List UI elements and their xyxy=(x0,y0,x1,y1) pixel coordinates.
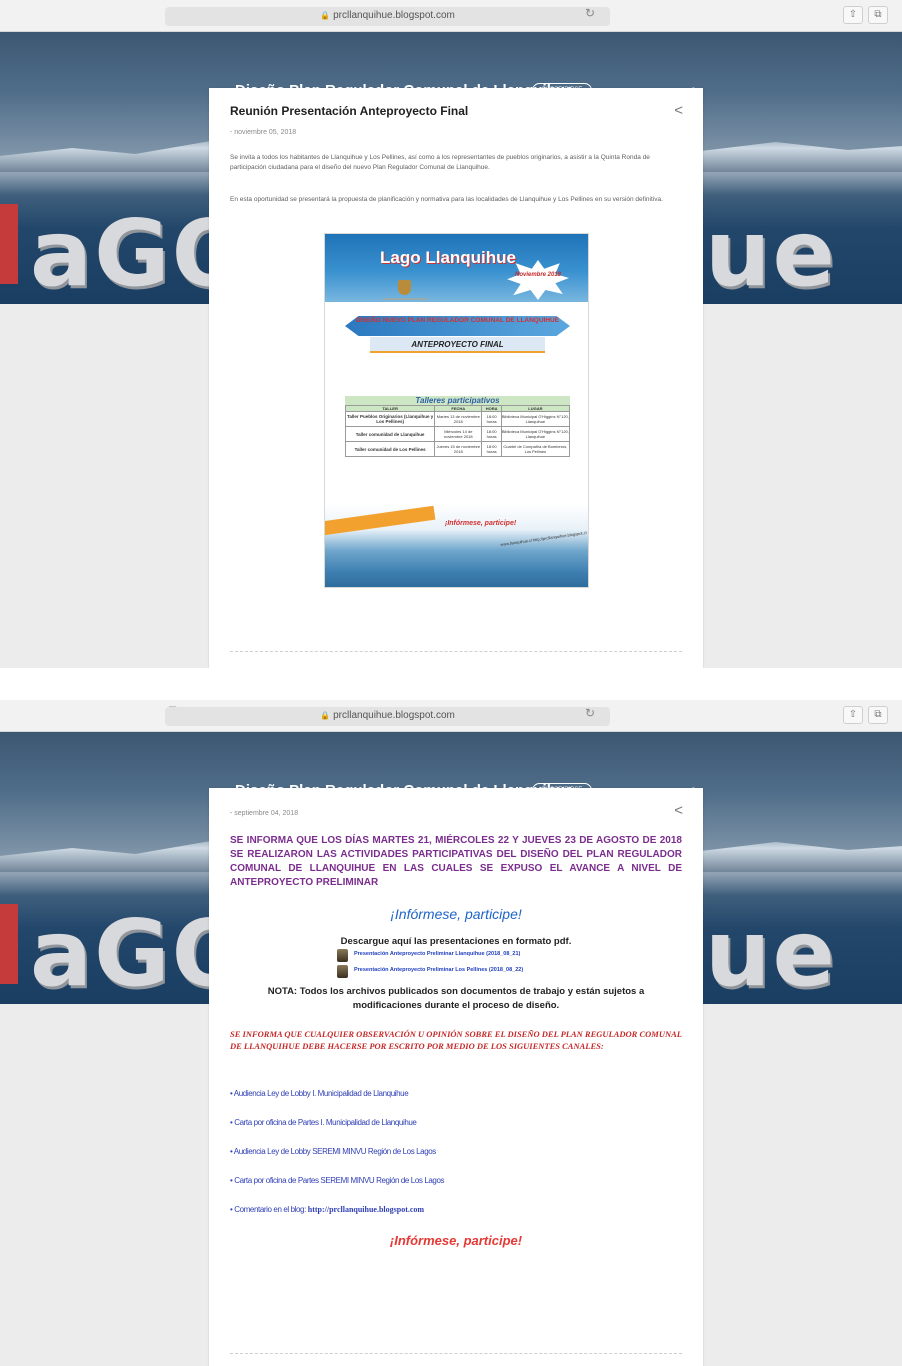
share-icon[interactable]: < xyxy=(674,802,683,819)
pdf-file-icon xyxy=(337,949,348,962)
lock-icon: 🔒 xyxy=(320,711,331,720)
pdf-file-icon xyxy=(337,965,348,978)
post-divider xyxy=(230,651,682,652)
poster-brand: Lago Llanquihue xyxy=(380,248,516,267)
tabs-button[interactable]: ⧉ xyxy=(868,6,888,24)
download-title: Descargue aquí las presentaciones en for… xyxy=(340,936,572,947)
poster-table-title: Talleres participativos xyxy=(345,396,570,405)
municipal-crest-icon xyxy=(398,280,411,295)
channel-item[interactable]: • Carta por oficina de Partes SEREMI MIN… xyxy=(230,1176,445,1185)
url-text: prcllanquihue.blogspot.com xyxy=(333,710,455,721)
channel-item[interactable]: • Carta por oficina de Partes I. Municip… xyxy=(230,1118,417,1127)
channel-label: • Comentario en el blog: xyxy=(230,1205,306,1214)
nota-text: NOTA: Todos los archivos publicados son … xyxy=(209,985,703,1013)
lock-icon: 🔒 xyxy=(320,11,331,20)
post-headline: SE INFORMA QUE LOS DÍAS MARTES 21, MIÉRC… xyxy=(230,835,682,888)
table-cell: Cuartel de Compañía de Bomberos, Los Pel… xyxy=(500,441,571,457)
url-text: prcllanquihue.blogspot.com xyxy=(333,10,455,21)
share-icon[interactable]: < xyxy=(674,102,683,119)
post-date[interactable]: - septiembre 04, 2018 xyxy=(230,810,298,817)
download-link[interactable]: Presentación Anteproyecto Preliminar Los… xyxy=(354,967,523,973)
post-paragraph: Se invita a todos los habitantes de Llan… xyxy=(230,154,650,171)
channel-item[interactable]: • Comentario en el blog: http://prcllanq… xyxy=(230,1205,424,1214)
table-cell: Taller comunidad de Llanquihue xyxy=(344,426,436,442)
hero-letter-block xyxy=(0,204,18,284)
blog-url-link[interactable]: http://prcllanquihue.blogspot.com xyxy=(308,1205,424,1214)
table-cell: 18:00 horas xyxy=(481,441,502,457)
informese-footer: ¡Infórmese, participe! xyxy=(389,1233,523,1248)
share-button[interactable]: ⇧ xyxy=(843,6,863,24)
post-divider xyxy=(230,1353,682,1354)
share-button[interactable]: ⇧ xyxy=(843,706,863,724)
browser-toolbar: ☰ 🔒prcllanquihue.blogspot.com ↻ ⇧ ⧉ xyxy=(0,700,902,732)
table-cell: Biblioteca Municipal O'Higgins N°120, Ll… xyxy=(500,411,571,427)
table-row: Taller comunidad de Los Pellines Jueves … xyxy=(344,441,571,457)
address-bar[interactable]: 🔒 prcllanquihue.blogspot.com xyxy=(165,707,610,726)
poster-subtitle: ANTEPROYECTO FINAL xyxy=(370,337,545,353)
table-cell: Taller Pueblos Originarios (Llanquihue y… xyxy=(344,411,436,427)
channel-item[interactable]: • Audiencia Ley de Lobby SEREMI MINVU Re… xyxy=(230,1147,436,1156)
table-cell: Miércoles 14 de noviembre 2018 xyxy=(434,426,483,442)
reload-icon[interactable]: ↻ xyxy=(585,6,595,20)
workshop-table: TALLER FECHA HORA LUGAR Taller Pueblos O… xyxy=(344,405,571,457)
post-date[interactable]: - noviembre 05, 2018 xyxy=(230,129,296,136)
table-cell: 18:00 horas xyxy=(481,426,502,442)
screenshot-2: ☰ 🔒prcllanquihue.blogspot.com ↻ ⇧ ⧉ aGO … xyxy=(0,700,902,1366)
browser-toolbar: 🔒 prcllanquihue.blogspot.com ↻ ⇧ ⧉ xyxy=(0,0,902,32)
table-row: Taller Pueblos Originarios (Llanquihue y… xyxy=(344,411,571,427)
poster-banner-text: DISEÑO NUEVO PLAN REGULADOR COMUNAL DE L… xyxy=(355,317,560,324)
informese-heading: ¡Infórmese, participe! xyxy=(390,906,522,922)
channel-item[interactable]: • Audiencia Ley de Lobby I. Municipalida… xyxy=(230,1089,409,1098)
table-cell: Jueves 15 de noviembre 2018 xyxy=(434,441,483,457)
reload-icon[interactable]: ↻ xyxy=(585,706,595,720)
table-cell: 18:00 horas xyxy=(481,411,502,427)
post-paragraph: En esta oportunidad se presentará la pro… xyxy=(230,196,663,203)
poster-muni-line xyxy=(383,298,428,300)
post-card: < Reunión Presentación Anteproyecto Fina… xyxy=(209,88,703,668)
table-cell: Biblioteca Municipal O'Higgins N°120, Ll… xyxy=(500,426,571,442)
download-link[interactable]: Presentación Anteproyecto Preliminar Lla… xyxy=(354,951,520,957)
hero-text-right: ue xyxy=(705,900,837,1004)
observation-notice: SE INFORMA QUE CUALQUIER OBSERVACIÓN U O… xyxy=(230,1029,682,1051)
screenshot-1: 🔒 prcllanquihue.blogspot.com ↻ ⇧ ⧉ aGO ue… xyxy=(0,0,902,668)
poster-star-text: Noviembre 2018 xyxy=(514,272,562,278)
post-title[interactable]: Reunión Presentación Anteproyecto Final xyxy=(230,104,468,118)
table-row: Taller comunidad de Llanquihue Miércoles… xyxy=(344,426,571,442)
poster-slogan: ¡Infórmese, participe! xyxy=(445,520,517,527)
tabs-button[interactable]: ⧉ xyxy=(868,706,888,724)
table-cell: Martes 13 de noviembre 2018 xyxy=(434,411,483,427)
hero-text-right: ue xyxy=(705,200,837,304)
post-card: < - septiembre 04, 2018 SE INFORMA QUE L… xyxy=(209,788,703,1366)
nota-line: NOTA: Todos los archivos publicados son … xyxy=(267,986,645,997)
table-cell: Taller comunidad de Los Pellines xyxy=(344,441,436,457)
nota-line: modificaciones durante el proceso de dis… xyxy=(352,1000,560,1011)
address-bar[interactable]: 🔒 prcllanquihue.blogspot.com xyxy=(165,7,610,26)
hero-letter-block xyxy=(0,904,18,984)
event-poster-image[interactable]: Lago Llanquihue Noviembre 2018 DISEÑO NU… xyxy=(324,233,589,588)
